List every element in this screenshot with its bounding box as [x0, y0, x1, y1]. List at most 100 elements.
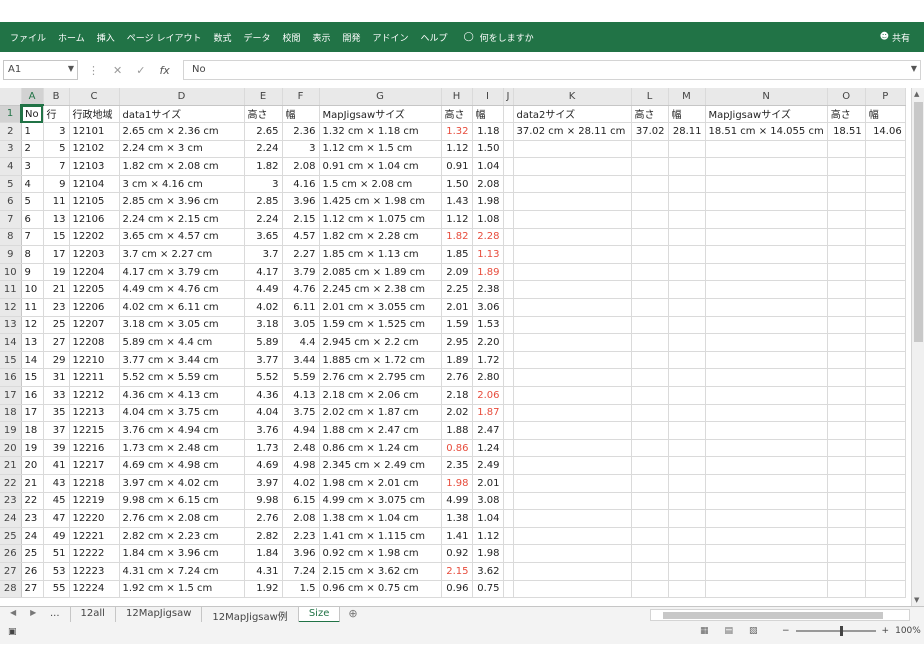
cell[interactable]: 28.11 — [668, 122, 706, 141]
cell[interactable]: 幅 — [865, 105, 906, 124]
cell[interactable]: 2.24 — [244, 210, 283, 229]
cell[interactable]: 高さ — [441, 105, 473, 124]
cell[interactable]: 24 — [21, 527, 44, 546]
cell[interactable] — [827, 210, 866, 229]
cell[interactable] — [513, 175, 632, 194]
cell[interactable]: 1.18 — [472, 122, 504, 141]
cell[interactable]: 3.7 — [244, 245, 283, 264]
cell[interactable] — [631, 263, 669, 282]
cell[interactable]: 3.97 cm × 4.02 cm — [119, 474, 245, 493]
cell[interactable]: 3.96 — [282, 192, 320, 212]
cell[interactable]: 3.7 cm × 2.27 cm — [119, 245, 245, 264]
cell[interactable] — [513, 280, 632, 300]
cell[interactable] — [827, 421, 866, 440]
cell[interactable]: 1.43 — [441, 192, 473, 212]
ribbon-tab[interactable]: 挿入 — [91, 31, 121, 44]
row-header[interactable]: 14 — [0, 333, 22, 352]
cell[interactable]: 2.35 — [441, 456, 473, 475]
cell[interactable]: 2.95 — [441, 333, 473, 352]
cell[interactable]: 1.82 cm × 2.28 cm — [319, 228, 442, 247]
column-header[interactable]: G — [319, 88, 442, 106]
cell[interactable]: 1.50 — [441, 175, 473, 194]
cell[interactable] — [827, 562, 866, 581]
cell[interactable] — [513, 316, 632, 335]
cell[interactable]: 1.88 cm × 2.47 cm — [319, 421, 442, 440]
cell[interactable] — [668, 192, 706, 212]
cell[interactable]: 2.345 cm × 2.49 cm — [319, 456, 442, 475]
cell[interactable] — [668, 228, 706, 247]
cell[interactable]: 33 — [43, 386, 70, 405]
cell[interactable]: 2.02 — [441, 404, 473, 423]
cell[interactable] — [631, 527, 669, 546]
row-header[interactable]: 8 — [0, 228, 22, 247]
ribbon-tab[interactable]: ファイル — [4, 31, 52, 44]
zoom-out-icon[interactable]: − — [782, 626, 790, 636]
scroll-thumb[interactable] — [914, 102, 923, 342]
cell[interactable] — [865, 404, 906, 423]
cell[interactable]: 5.89 cm × 4.4 cm — [119, 333, 245, 352]
cell[interactable] — [865, 333, 906, 352]
cell[interactable] — [705, 333, 828, 352]
cell[interactable]: 12224 — [69, 580, 120, 599]
cell[interactable] — [503, 316, 514, 335]
cell[interactable] — [503, 175, 514, 194]
cell[interactable] — [668, 439, 706, 458]
chevron-down-icon[interactable]: ▼ — [68, 64, 74, 73]
sheet-tab[interactable]: Size — [298, 607, 341, 623]
row-header[interactable]: 16 — [0, 368, 22, 387]
cell[interactable]: 2.18 — [441, 386, 473, 405]
cell[interactable]: 15 — [21, 368, 44, 387]
cell[interactable] — [865, 544, 906, 563]
cell[interactable]: 12212 — [69, 386, 120, 405]
cell[interactable]: 4.16 — [282, 175, 320, 194]
cell[interactable]: 22 — [21, 492, 44, 511]
cell[interactable] — [705, 474, 828, 493]
cell[interactable]: 1.98 — [441, 474, 473, 493]
cell[interactable]: 1.98 cm × 2.01 cm — [319, 474, 442, 493]
row-header[interactable]: 18 — [0, 404, 22, 423]
row-header[interactable]: 10 — [0, 263, 22, 282]
cell[interactable] — [705, 544, 828, 563]
cell[interactable]: 2.36 — [282, 122, 320, 141]
cell[interactable] — [705, 562, 828, 581]
cell[interactable] — [513, 245, 632, 264]
cell[interactable] — [503, 527, 514, 546]
cell[interactable] — [513, 456, 632, 475]
row-header[interactable]: 23 — [0, 492, 22, 511]
cell[interactable]: 2.01 — [441, 298, 473, 317]
cell[interactable]: 4.94 — [282, 421, 320, 440]
cell[interactable] — [827, 333, 866, 352]
cell[interactable]: 4.02 — [244, 298, 283, 317]
cell[interactable]: 0.91 — [441, 157, 473, 176]
cell[interactable] — [865, 210, 906, 229]
normal-view-icon[interactable]: ▦ — [700, 626, 709, 636]
cell[interactable] — [631, 509, 669, 528]
cell[interactable]: 26 — [21, 562, 44, 581]
cell[interactable] — [503, 333, 514, 352]
cell[interactable] — [503, 439, 514, 458]
cell[interactable] — [865, 280, 906, 300]
cell[interactable]: 12215 — [69, 421, 120, 440]
cell[interactable]: 0.86 cm × 1.24 cm — [319, 439, 442, 458]
cell[interactable]: 2.76 — [441, 368, 473, 387]
row-header[interactable]: 4 — [0, 157, 22, 176]
cell[interactable]: 0.96 — [441, 580, 473, 599]
cell[interactable]: 幅 — [668, 105, 706, 124]
cell[interactable] — [503, 157, 514, 176]
cell[interactable]: 5 — [21, 192, 44, 212]
cell[interactable]: 3.65 cm × 4.57 cm — [119, 228, 245, 247]
cell[interactable]: 29 — [43, 351, 70, 370]
cell[interactable]: 12102 — [69, 140, 120, 159]
row-header[interactable]: 11 — [0, 280, 22, 300]
cell[interactable] — [705, 157, 828, 176]
cell[interactable]: 1.32 — [441, 122, 473, 141]
column-header[interactable]: I — [472, 88, 504, 106]
cell[interactable]: 25 — [21, 544, 44, 563]
row-header[interactable]: 1 — [0, 105, 22, 124]
cell[interactable] — [668, 474, 706, 493]
column-header[interactable]: A — [21, 88, 44, 106]
cell[interactable]: 4.49 cm × 4.76 cm — [119, 280, 245, 300]
cell[interactable]: MapJigsawサイズ — [319, 105, 442, 124]
cell[interactable]: 2.38 — [472, 280, 504, 300]
cell[interactable]: 3.44 — [282, 351, 320, 370]
